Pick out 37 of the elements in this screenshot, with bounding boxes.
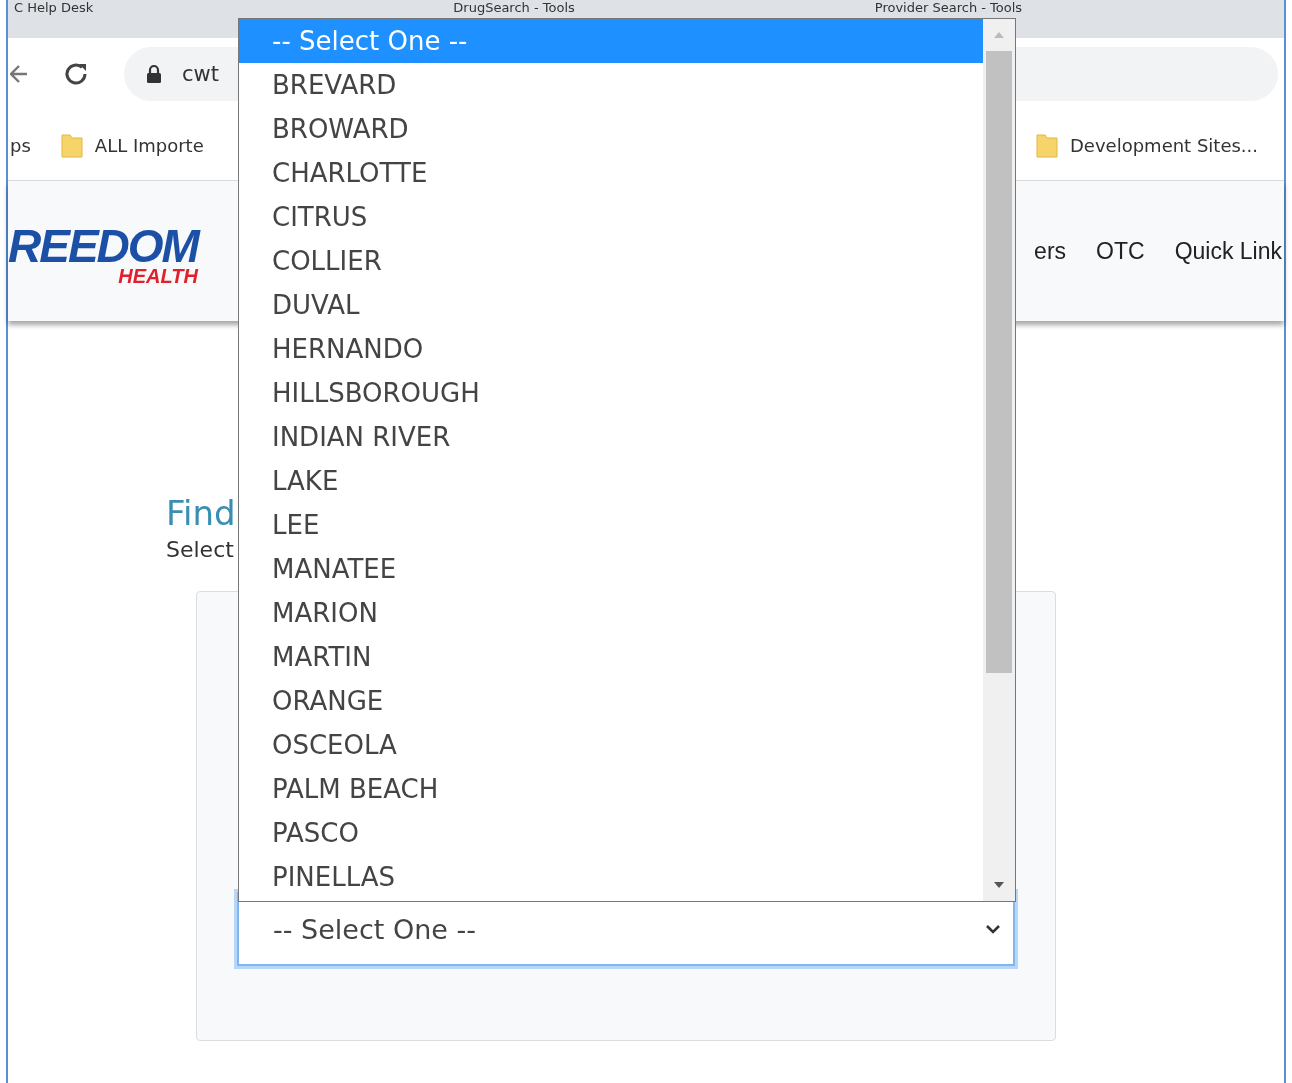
- browser-tab[interactable]: C Help Desk: [14, 0, 94, 16]
- dropdown-option[interactable]: OSCEOLA: [239, 723, 983, 767]
- dropdown-option[interactable]: PALM BEACH: [239, 767, 983, 811]
- dropdown-option[interactable]: HILLSBOROUGH: [239, 371, 983, 415]
- instruction-text: Select: [166, 536, 234, 564]
- folder-icon: [1036, 132, 1058, 158]
- chevron-down-icon: [985, 924, 1001, 934]
- back-icon[interactable]: [10, 63, 28, 85]
- lock-icon: [146, 64, 162, 84]
- scrollbar[interactable]: [983, 19, 1015, 901]
- dropdown-option[interactable]: LEE: [239, 503, 983, 547]
- logo[interactable]: REEDOM HEALTH: [8, 226, 198, 286]
- nav-link[interactable]: ers: [1034, 237, 1067, 265]
- scroll-down-icon[interactable]: [993, 881, 1005, 889]
- bookmark-link[interactable]: ps: [10, 134, 31, 156]
- nav-link[interactable]: Quick Link: [1174, 237, 1282, 265]
- dropdown-option[interactable]: CHARLOTTE: [239, 151, 983, 195]
- dropdown-option[interactable]: DUVAL: [239, 283, 983, 327]
- browser-tab[interactable]: DrugSearch - Tools: [453, 0, 575, 16]
- dropdown-option[interactable]: MARION: [239, 591, 983, 635]
- dropdown-option[interactable]: BREVARD: [239, 63, 983, 107]
- dropdown-option[interactable]: HERNANDO: [239, 327, 983, 371]
- dropdown-option[interactable]: INDIAN RIVER: [239, 415, 983, 459]
- dropdown-option[interactable]: CITRUS: [239, 195, 983, 239]
- bookmark-link[interactable]: ALL Importe: [94, 134, 204, 156]
- browser-tab[interactable]: Provider Search - Tools: [874, 0, 1023, 16]
- dropdown-option[interactable]: LAKE: [239, 459, 983, 503]
- folder-icon: [60, 132, 83, 158]
- nav-link[interactable]: OTC: [1096, 237, 1145, 265]
- dropdown-option[interactable]: MANATEE: [239, 547, 983, 591]
- dropdown-option[interactable]: ORANGE: [239, 679, 983, 723]
- dropdown-option[interactable]: MARTIN: [239, 635, 983, 679]
- dropdown-option[interactable]: BROWARD: [239, 107, 983, 151]
- dropdown-option[interactable]: COLLIER: [239, 239, 983, 283]
- bookmark-link[interactable]: Development Sites...: [1070, 134, 1258, 156]
- dropdown-option[interactable]: PASCO: [239, 811, 983, 855]
- page-heading: Find: [166, 492, 237, 535]
